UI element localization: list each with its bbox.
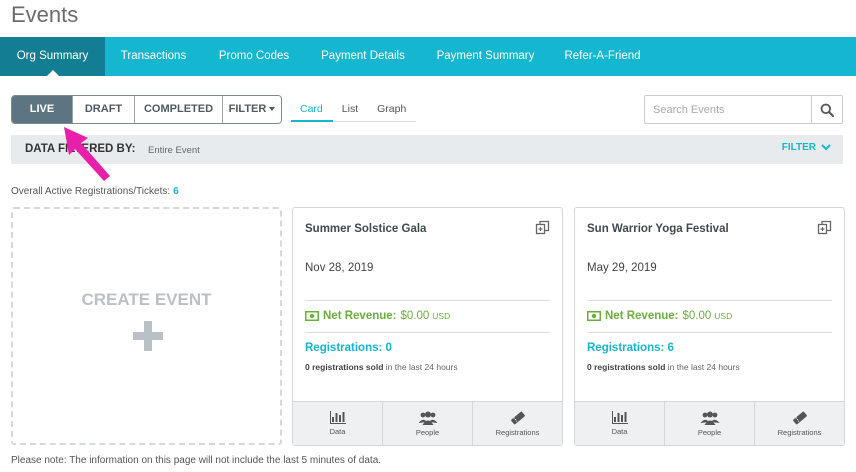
currency-label: USD — [714, 311, 733, 321]
create-event-card[interactable]: CREATE EVENT — [11, 207, 282, 445]
data-button[interactable]: Data — [575, 402, 665, 445]
tab-transactions[interactable]: Transactions — [105, 37, 202, 76]
registrations-sold: 0 registrations sold in the last 24 hour… — [587, 362, 740, 372]
view-switcher: Card List Graph — [291, 99, 417, 122]
tab-payment-details[interactable]: Payment Details — [306, 37, 420, 76]
view-list[interactable]: List — [333, 99, 368, 121]
people-button[interactable]: People — [383, 402, 473, 445]
tab-refer-a-friend[interactable]: Refer-A-Friend — [551, 37, 654, 76]
net-revenue: Net Revenue: $0.00 USD — [305, 310, 450, 322]
filter-dropdown-button[interactable]: FILTER — [223, 96, 281, 123]
main-tabs: Org Summary Transactions Promo Codes Pay… — [0, 37, 856, 77]
highlight-arrow-icon — [64, 127, 110, 181]
people-button-label: People — [415, 427, 440, 437]
event-card: Summer Solstice Gala Nov 28, 2019 Net Re… — [292, 207, 563, 446]
copy-icon[interactable] — [535, 220, 550, 235]
net-revenue: Net Revenue: $0.00 USD — [587, 310, 732, 322]
search-icon — [820, 103, 834, 117]
overall-registrations-label: Overall Active Registrations/Tickets: — [11, 186, 171, 197]
money-icon — [587, 311, 601, 321]
data-filter-bar: DATA FILTERED BY: Entire Event FILTER — [11, 135, 843, 164]
plus-icon — [133, 321, 163, 351]
registrations-sold-period: in the last 24 hours — [665, 362, 740, 372]
net-revenue-value: $0.00 — [682, 310, 712, 322]
search-box — [644, 95, 843, 124]
filter-toggle-button[interactable]: FILTER — [782, 142, 831, 153]
people-button[interactable]: People — [665, 402, 755, 445]
search-button[interactable] — [811, 96, 842, 123]
page-note: Please note: The information on this pag… — [11, 455, 382, 466]
event-title[interactable]: Summer Solstice Gala — [305, 223, 426, 235]
currency-label: USD — [432, 311, 451, 321]
registrations-sold-period: in the last 24 hours — [383, 362, 458, 372]
page-title: Events — [11, 2, 79, 27]
divider — [305, 332, 550, 333]
ticket-icon — [792, 411, 807, 424]
view-card[interactable]: Card — [291, 99, 333, 122]
bar-chart-icon — [329, 411, 346, 424]
net-revenue-label: Net Revenue: — [323, 310, 397, 322]
event-card: Sun Warrior Yoga Festival May 29, 2019 N… — [574, 207, 845, 446]
people-icon — [418, 411, 437, 425]
event-title[interactable]: Sun Warrior Yoga Festival — [587, 223, 729, 235]
money-icon — [305, 311, 319, 321]
net-revenue-value: $0.00 — [400, 310, 430, 322]
event-date: May 29, 2019 — [587, 262, 657, 274]
people-button-label: People — [697, 427, 722, 437]
event-date: Nov 28, 2019 — [305, 262, 374, 274]
search-input[interactable] — [645, 96, 811, 123]
divider — [305, 300, 550, 301]
overall-registrations-count: 6 — [173, 186, 179, 197]
caret-down-icon — [269, 107, 276, 112]
data-filter-value: Entire Event — [148, 145, 200, 156]
registrations-sold-count: 0 registrations sold — [587, 362, 666, 372]
status-filter-group: LIVE DRAFT COMPLETED FILTER — [11, 95, 282, 124]
tab-payment-summary[interactable]: Payment Summary — [420, 37, 551, 76]
event-card-actions: Data People Registrations — [575, 401, 844, 445]
ticket-icon — [510, 411, 525, 424]
event-card-actions: Data People Registrations — [293, 401, 562, 445]
registrations-button[interactable]: Registrations — [755, 402, 844, 445]
data-button[interactable]: Data — [293, 402, 383, 445]
copy-icon[interactable] — [817, 220, 832, 235]
live-button[interactable]: LIVE — [12, 96, 73, 123]
registrations-button[interactable]: Registrations — [473, 402, 562, 445]
registrations-sold: 0 registrations sold in the last 24 hour… — [305, 362, 458, 372]
draft-button[interactable]: DRAFT — [73, 96, 135, 123]
people-icon — [700, 411, 719, 425]
registrations-button-label: Registrations — [777, 427, 822, 437]
view-graph[interactable]: Graph — [368, 99, 416, 121]
tab-promo-codes[interactable]: Promo Codes — [202, 37, 306, 76]
divider — [587, 300, 832, 301]
tab-org-summary[interactable]: Org Summary — [0, 37, 105, 77]
registrations-link[interactable]: Registrations: 0 — [305, 342, 392, 354]
create-event-label: CREATE EVENT — [81, 290, 212, 309]
registrations-sold-count: 0 registrations sold — [305, 362, 384, 372]
data-button-label: Data — [611, 427, 628, 436]
filter-toggle-label: FILTER — [781, 142, 816, 153]
registrations-button-label: Registrations — [495, 427, 540, 437]
net-revenue-label: Net Revenue: — [605, 310, 679, 322]
overall-registrations: Overall Active Registrations/Tickets: 6 — [11, 186, 179, 197]
completed-button[interactable]: COMPLETED — [135, 96, 223, 123]
filter-dropdown-label: FILTER — [228, 103, 267, 115]
divider — [587, 332, 832, 333]
bar-chart-icon — [611, 411, 628, 424]
chevron-down-icon — [821, 144, 831, 151]
data-button-label: Data — [329, 427, 346, 436]
registrations-link[interactable]: Registrations: 6 — [587, 342, 674, 354]
